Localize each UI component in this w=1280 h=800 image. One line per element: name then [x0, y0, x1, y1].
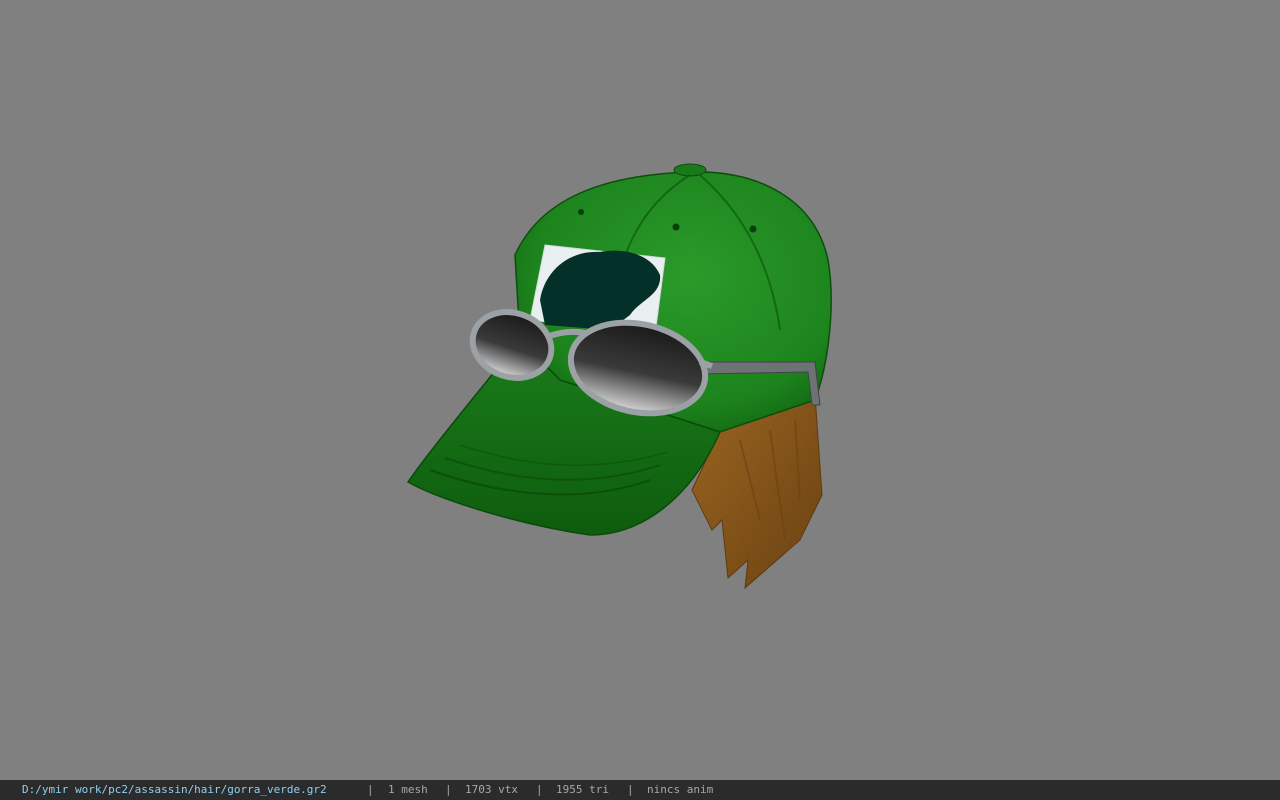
mesh-count: 1 mesh: [388, 783, 428, 796]
status-bar: D:/ymir work/pc2/assassin/hair/gorra_ver…: [0, 780, 1280, 800]
triangle-count: 1955 tri: [556, 783, 609, 796]
vertex-count: 1703 vtx: [465, 783, 518, 796]
model-render: [406, 163, 832, 590]
separator: |: [367, 783, 374, 796]
separator: |: [536, 783, 543, 796]
anim-status: nincs anim: [647, 783, 714, 796]
file-path: D:/ymir work/pc2/assassin/hair/gorra_ver…: [22, 783, 327, 796]
separator: |: [627, 783, 634, 796]
3d-viewport[interactable]: [0, 0, 1280, 780]
separator: |: [445, 783, 452, 796]
